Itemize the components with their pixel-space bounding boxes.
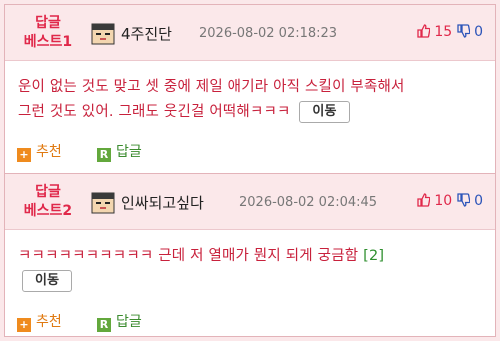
- move-button[interactable]: 이동: [299, 101, 350, 123]
- vote-box: 15 0: [417, 24, 483, 40]
- reply-button[interactable]: R 답글: [97, 311, 142, 332]
- recommend-button[interactable]: + 추천: [17, 141, 62, 162]
- reply-label: 답글: [116, 314, 142, 330]
- reply-label: 답글: [116, 144, 142, 160]
- recommend-button[interactable]: + 추천: [17, 311, 62, 332]
- best-comment-1: 답글 베스트1 4주진단 2026-08-02 02:18:23 15 0 운이…: [5, 5, 495, 173]
- downvote-count: 0: [474, 24, 483, 40]
- upvote-count: 15: [434, 24, 453, 40]
- comment-text: 운이 없는 것도 맞고 셋 중에 제일 애기라 아직 스킬이 부족해서 그런 것…: [18, 75, 484, 125]
- plus-icon: +: [17, 148, 31, 162]
- upvote-button[interactable]: 10: [417, 193, 457, 209]
- downvote-button[interactable]: 0: [456, 24, 483, 40]
- reply-icon: R: [97, 148, 111, 162]
- thumbs-up-icon: [417, 193, 431, 207]
- nickname[interactable]: 4주진단: [121, 23, 172, 44]
- upvote-count: 10: [434, 193, 453, 209]
- upvote-button[interactable]: 15: [417, 24, 457, 40]
- best-comment-2: 답글 베스트2 인싸되고싶다 2026-08-02 02:04:45 10 0 …: [5, 173, 495, 338]
- comment-datetime: 2026-08-02 02:18:23: [199, 26, 338, 41]
- recommend-label: 추천: [36, 314, 62, 330]
- badge-line2: 베스트2: [23, 203, 73, 219]
- vote-box: 10 0: [417, 193, 483, 209]
- plus-icon: +: [17, 318, 31, 332]
- badge-line2: 베스트1: [23, 34, 73, 50]
- badge-line1: 답글: [35, 184, 61, 200]
- reply-count[interactable]: [2]: [363, 248, 384, 264]
- comment-header: 답글 베스트2 인싸되고싶다 2026-08-02 02:04:45 10 0: [5, 174, 495, 230]
- move-button[interactable]: 이동: [22, 270, 73, 292]
- comment-text: ㅋㅋㅋㅋㅋㅋㅋㅋㅋㅋ 근데 저 열매가 뭔지 되게 궁금함 [2] 이동: [18, 244, 484, 294]
- thumbs-down-icon: [456, 24, 471, 38]
- thumbs-down-icon: [456, 193, 471, 207]
- best-badge: 답글 베스트1: [17, 14, 79, 52]
- comment-list: 답글 베스트1 4주진단 2026-08-02 02:18:23 15 0 운이…: [4, 4, 496, 337]
- best-badge: 답글 베스트2: [17, 183, 79, 221]
- comment-text-line: 운이 없는 것도 맞고 셋 중에 제일 애기라 아직 스킬이 부족해서: [18, 79, 405, 95]
- comment-header: 답글 베스트1 4주진단 2026-08-02 02:18:23 15 0: [5, 5, 495, 61]
- nickname[interactable]: 인싸되고싶다: [121, 192, 204, 213]
- comment-text-line: 그런 것도 있어. 그래도 웃긴걸 어떡해ㅋㅋㅋ: [18, 104, 291, 120]
- comment-datetime: 2026-08-02 02:04:45: [239, 195, 378, 210]
- reply-icon: R: [97, 318, 111, 332]
- downvote-button[interactable]: 0: [456, 193, 483, 209]
- reply-button[interactable]: R 답글: [97, 141, 142, 162]
- badge-line1: 답글: [35, 15, 61, 31]
- downvote-count: 0: [474, 193, 483, 209]
- thumbs-up-icon: [417, 24, 431, 38]
- comment-text-line: ㅋㅋㅋㅋㅋㅋㅋㅋㅋㅋ 근데 저 열매가 뭔지 되게 궁금함: [18, 248, 359, 264]
- avatar-icon[interactable]: [91, 23, 115, 45]
- avatar-icon[interactable]: [91, 192, 115, 214]
- recommend-label: 추천: [36, 144, 62, 160]
